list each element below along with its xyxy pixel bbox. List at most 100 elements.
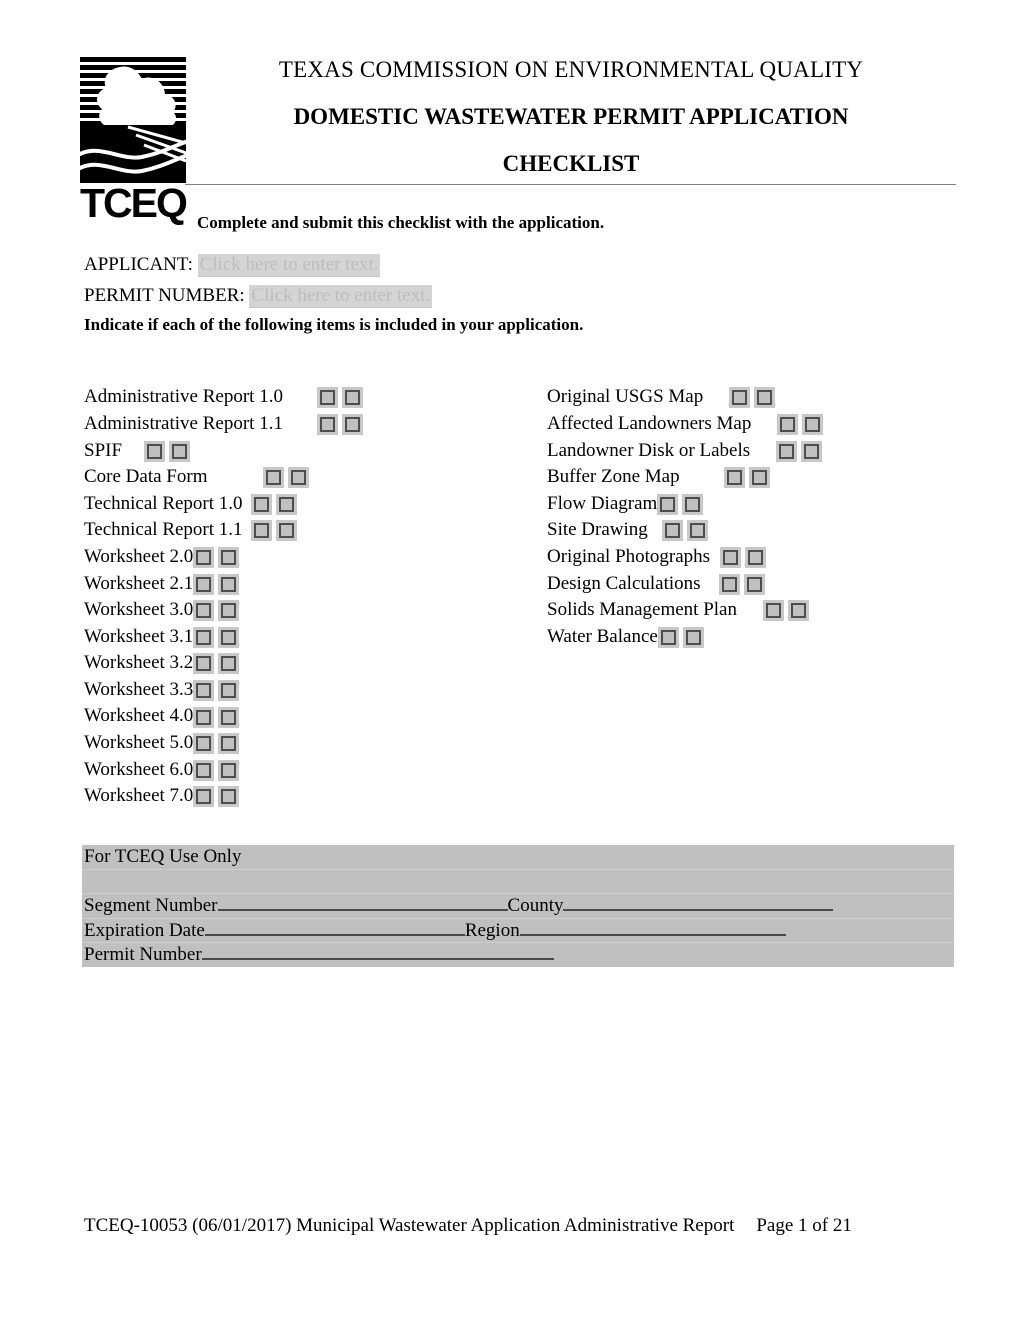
checkbox-shading [169,440,191,462]
checkbox-shading [218,600,240,622]
checkbox-yes[interactable] [196,683,212,699]
checkbox-pair [657,624,704,651]
checkbox-shading [787,600,809,622]
checkbox-yes[interactable] [721,576,737,592]
applicant-field-row: APPLICANT: Click here to enter text. [84,254,381,277]
checkbox-yes[interactable] [723,550,739,566]
county-input[interactable] [563,909,834,911]
checkbox-yes[interactable] [147,443,163,459]
checkbox-no[interactable] [757,390,773,406]
checkbox-no[interactable] [221,709,237,725]
checkbox-yes[interactable] [726,470,742,486]
checklist-row: Worksheet 3.0 [84,597,524,624]
checkbox-yes[interactable] [780,417,796,433]
checkbox-yes[interactable] [196,603,212,619]
checkbox-no[interactable] [221,656,237,672]
checklist-row: Water Balance [547,623,967,650]
permit-number-input[interactable]: Click here to enter text. [249,285,433,308]
checkbox-no[interactable] [746,576,762,592]
expiration-date-input[interactable] [204,933,465,936]
checkbox-no[interactable] [278,523,294,539]
checkbox-no[interactable] [172,443,188,459]
checkbox-no[interactable] [689,523,705,539]
region-input[interactable] [519,933,786,936]
checkbox-no[interactable] [344,390,360,406]
checkbox-yes[interactable] [319,390,335,406]
checkbox-pair [144,438,191,465]
checkbox-no[interactable] [790,603,806,619]
checkbox-no[interactable] [221,762,237,778]
checkbox-shading [275,493,297,515]
checkbox-no[interactable] [221,789,237,805]
checkbox-yes[interactable] [196,709,212,725]
checkbox-yes[interactable] [660,629,676,645]
checkbox-yes[interactable] [664,523,680,539]
checklist-item-label: Technical Report 1.0 [84,492,243,514]
checkbox-no[interactable] [221,550,237,566]
checklist-item-label: Solids Management Plan [547,599,737,621]
checkbox-no[interactable] [221,629,237,645]
checkbox-yes[interactable] [196,762,212,778]
checkbox-no[interactable] [804,443,820,459]
permit-number-use-input[interactable] [201,958,554,960]
checkbox-yes[interactable] [765,603,781,619]
checklist-column-left: Administrative Report 1.0 Administrative … [84,384,524,810]
checkbox-no[interactable] [685,496,701,512]
checkbox-yes[interactable] [196,576,212,592]
checkbox-shading [657,493,679,515]
checkbox-no[interactable] [221,736,237,752]
checkbox-shading [218,653,240,675]
permit-number-row: Permit Number [82,943,954,967]
checklist-row: SPIF [84,437,524,464]
checkbox-yes[interactable] [196,656,212,672]
checkbox-yes[interactable] [253,496,269,512]
checkbox-yes[interactable] [196,550,212,566]
checklist-item-label: Worksheet 3.0 [84,599,194,621]
tceq-cloud-hills-water-icon [80,57,186,183]
page-footer: TCEQ-10053 (06/01/2017) Municipal Wastew… [84,1212,964,1240]
checkbox-no[interactable] [291,470,307,486]
checklist-column-right: Original USGS Map Affected Landowners Map… [547,384,967,650]
checkbox-no[interactable] [748,550,764,566]
checkbox-shading [777,414,799,436]
checkbox-no[interactable] [278,496,294,512]
checkbox-shading [193,680,215,702]
checkbox-shading [288,467,310,489]
checkbox-pair [193,544,240,571]
checkbox-yes[interactable] [196,736,212,752]
checklist-row: Landowner Disk or Labels [547,437,967,464]
checkbox-no[interactable] [221,576,237,592]
checkbox-yes[interactable] [266,470,282,486]
checkbox-pair [777,411,824,438]
checkbox-yes[interactable] [253,523,269,539]
checkbox-shading [801,440,823,462]
form-title: DOMESTIC WASTEWATER PERMIT APPLICATION [293,104,849,129]
instruction-complete-submit: Complete and submit this checklist with … [197,213,605,232]
checkbox-yes[interactable] [196,789,212,805]
checkbox-pair [729,384,776,411]
checkbox-no[interactable] [805,417,821,433]
checklist-item-label: Worksheet 2.0 [84,545,194,567]
permit-number-label: PERMIT NUMBER: [84,285,245,306]
applicant-input[interactable]: Click here to enter text. [197,254,381,277]
checkbox-shading [718,573,740,595]
checkbox-shading [316,414,338,436]
tceq-logo: TCEQ [80,57,188,223]
checkbox-no[interactable] [221,683,237,699]
checkbox-yes[interactable] [319,417,335,433]
checkbox-yes[interactable] [196,629,212,645]
checkbox-shading [193,706,215,728]
checkbox-no[interactable] [221,603,237,619]
checkbox-no[interactable] [751,470,767,486]
segment-number-input[interactable] [217,909,508,911]
checklist-item-label: Administrative Report 1.1 [84,412,283,434]
checkbox-yes[interactable] [732,390,748,406]
checkbox-yes[interactable] [660,496,676,512]
checkbox-no[interactable] [344,417,360,433]
checkbox-yes[interactable] [779,443,795,459]
checklist-row: Worksheet 2.1 [84,570,524,597]
checklist-item-label: Worksheet 7.0 [84,785,194,807]
checkbox-no[interactable] [685,629,701,645]
checklist-item-label: Design Calculations [547,572,701,594]
county-label: County [507,895,564,916]
